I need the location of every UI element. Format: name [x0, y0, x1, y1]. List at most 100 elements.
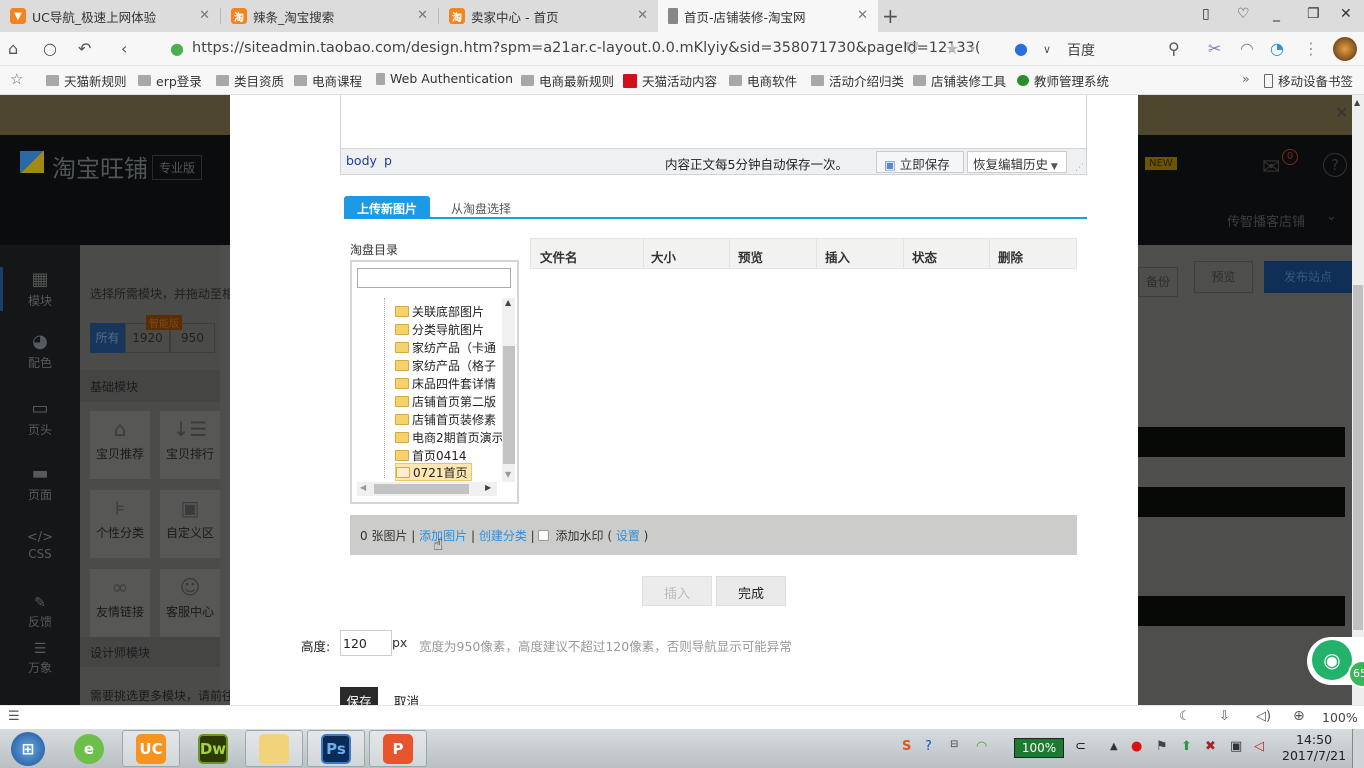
bookmarks-more-button[interactable]: »: [1242, 71, 1250, 86]
folder-item[interactable]: 家纺产品（卡通: [395, 338, 496, 356]
scroll-thumb[interactable]: [503, 346, 515, 464]
action-center-icon[interactable]: ⚑: [1156, 739, 1168, 754]
tree-vertical-scrollbar[interactable]: ▲ ▼: [502, 298, 515, 482]
tab-seller-center[interactable]: 淘 卖家中心 - 首页 ✕: [439, 0, 658, 32]
tab-shop-decoration[interactable]: 首页-店铺装修-淘宝网 ✕: [658, 0, 878, 32]
resize-grip-icon[interactable]: ⋰: [1075, 163, 1084, 173]
module-item[interactable]: ▣ 自定义区: [160, 490, 220, 558]
favorite-dropdown-icon[interactable]: ▾: [970, 44, 975, 55]
maximize-button[interactable]: ❐: [1307, 6, 1320, 22]
wifi-icon[interactable]: ◠: [1240, 39, 1254, 58]
close-window-button[interactable]: ✕: [1340, 6, 1352, 22]
module-item[interactable]: ↓☰ 宝贝排行: [160, 411, 220, 479]
volume-icon[interactable]: ◁): [1256, 709, 1271, 724]
red-tray-icon[interactable]: ●: [1131, 739, 1142, 754]
start-button[interactable]: ⊞: [0, 730, 56, 767]
scroll-up-arrow[interactable]: ▲: [505, 298, 511, 307]
close-tab-icon[interactable]: ✕: [637, 8, 648, 23]
wifi-tray-icon[interactable]: ◠: [976, 739, 987, 754]
scroll-thumb[interactable]: [374, 484, 469, 494]
download-icon[interactable]: ⇩: [1219, 709, 1230, 724]
bookmark-item[interactable]: 天猫新规则: [46, 71, 127, 90]
insert-button[interactable]: 插入: [642, 576, 712, 606]
folder-item[interactable]: 分类导航图片: [395, 320, 484, 338]
folder-item[interactable]: 家纺产品（格子: [395, 356, 496, 374]
scroll-right-arrow[interactable]: ▶: [485, 483, 491, 492]
done-button[interactable]: 完成: [716, 576, 786, 606]
path-body[interactable]: body: [346, 153, 377, 168]
bookmark-item[interactable]: 电商课程: [294, 71, 362, 90]
skin-icon[interactable]: ♡: [1237, 6, 1250, 22]
zoom-level[interactable]: 100%: [1322, 710, 1358, 725]
speed-icon[interactable]: ◔: [1270, 39, 1284, 58]
sidebar-toggle-icon[interactable]: ▯: [1202, 6, 1210, 22]
taskbar-app-uc[interactable]: UC: [122, 730, 180, 767]
folder-item[interactable]: 关联底部图片: [395, 302, 484, 320]
folder-item[interactable]: 床品四件套详情: [395, 374, 496, 392]
new-tab-button[interactable]: +: [882, 4, 899, 28]
scroll-up-arrow[interactable]: ▲: [1354, 98, 1360, 107]
network-error-icon[interactable]: ✖: [1205, 739, 1216, 754]
close-notice-icon[interactable]: ✕: [1335, 103, 1348, 122]
taskbar-app-powerpoint[interactable]: P: [369, 730, 427, 767]
tree-horizontal-scrollbar[interactable]: ◀ ▶: [357, 482, 497, 496]
folder-item[interactable]: 电商2期首页演示: [395, 428, 504, 446]
create-category-link[interactable]: 创建分类: [479, 529, 527, 543]
tab-uc-nav[interactable]: ▼ UC导航_极速上网体验 ✕: [0, 0, 220, 32]
tab-taobao-search[interactable]: 淘 辣条_淘宝搜索 ✕: [221, 0, 438, 32]
nav-feedback[interactable]: ✎ 反馈: [0, 595, 80, 630]
nav-wanxiang[interactable]: ☰ 万象: [0, 641, 80, 676]
zoom-icon[interactable]: ⊕: [1293, 708, 1305, 724]
close-tab-icon[interactable]: ✕: [417, 8, 428, 23]
help-icon[interactable]: ?: [1323, 153, 1347, 177]
sogou-input-icon[interactable]: S: [902, 739, 911, 754]
favorite-star-icon[interactable]: ★: [945, 39, 959, 58]
bookmark-star-icon[interactable]: ☆: [10, 70, 23, 88]
sidebar-menu-icon[interactable]: ☰: [8, 709, 20, 724]
battery-indicator[interactable]: 100%: [1014, 738, 1064, 758]
home-icon[interactable]: ⌂: [8, 39, 18, 58]
wifi-icon[interactable]: ◉: [1312, 640, 1352, 680]
scroll-left-arrow[interactable]: ◀: [360, 483, 366, 492]
watermark-checkbox[interactable]: [537, 530, 549, 541]
minimize-button[interactable]: _: [1273, 6, 1280, 22]
reload-icon[interactable]: ○: [43, 39, 57, 58]
screenshot-scissors-icon[interactable]: ✂: [1208, 39, 1221, 58]
close-tab-icon[interactable]: ✕: [857, 8, 868, 23]
backup-button[interactable]: 备份: [1138, 267, 1178, 297]
bookmark-item[interactable]: 店铺装修工具: [913, 71, 1006, 90]
show-hidden-icons[interactable]: ▲: [1110, 741, 1118, 752]
help-tray-icon[interactable]: ?: [925, 739, 932, 754]
page-scroll-thumb[interactable]: [1353, 285, 1363, 630]
taskbar-app-photoshop[interactable]: Ps: [307, 730, 365, 767]
nav-modules[interactable]: ▦ 模块: [0, 269, 80, 309]
mobile-bookmarks[interactable]: 移动设备书签: [1264, 71, 1353, 90]
module-item[interactable]: ⊧ 个性分类: [90, 490, 150, 558]
module-item[interactable]: ∞ 友情链接: [90, 569, 150, 637]
search-engine-dropdown-icon[interactable]: ∨: [1043, 43, 1051, 56]
nav-header[interactable]: ▭ 页头: [0, 398, 80, 438]
filter-all[interactable]: 所有: [90, 323, 125, 353]
show-desktop-button[interactable]: [1352, 729, 1364, 768]
save-now-button[interactable]: ▣ 立即保存: [876, 151, 964, 173]
bookmark-item[interactable]: 教师管理系统: [1017, 71, 1109, 90]
cancel-button[interactable]: 取消: [394, 691, 419, 705]
module-item[interactable]: ☺ 客服中心: [160, 569, 220, 637]
undo-icon[interactable]: ↶: [78, 39, 91, 58]
tab-from-taopan[interactable]: 从淘盘选择: [451, 200, 511, 217]
night-mode-icon[interactable]: ☾: [1179, 709, 1191, 724]
language-bar-icon[interactable]: ⊟: [950, 739, 958, 750]
search-icon[interactable]: ⚲: [1168, 39, 1180, 58]
store-dropdown-icon[interactable]: ⌄: [1326, 209, 1337, 224]
tab-upload-new[interactable]: 上传新图片: [344, 196, 430, 218]
folder-item[interactable]: 店铺首页装修素: [395, 410, 496, 428]
power-plug-icon[interactable]: ⊂: [1075, 739, 1086, 754]
store-name[interactable]: 传智播客店铺: [1227, 211, 1305, 230]
bookmark-item[interactable]: 电商软件: [729, 71, 797, 90]
baidu-paw-icon[interactable]: ●: [1014, 39, 1028, 58]
bookmark-item[interactable]: erp登录: [138, 71, 202, 90]
mail-icon[interactable]: ✉: [1262, 155, 1280, 180]
folder-item-selected[interactable]: 0721首页: [395, 463, 472, 481]
folder-item[interactable]: 店铺首页第二版: [395, 392, 496, 410]
nav-css[interactable]: </> CSS: [0, 530, 80, 561]
